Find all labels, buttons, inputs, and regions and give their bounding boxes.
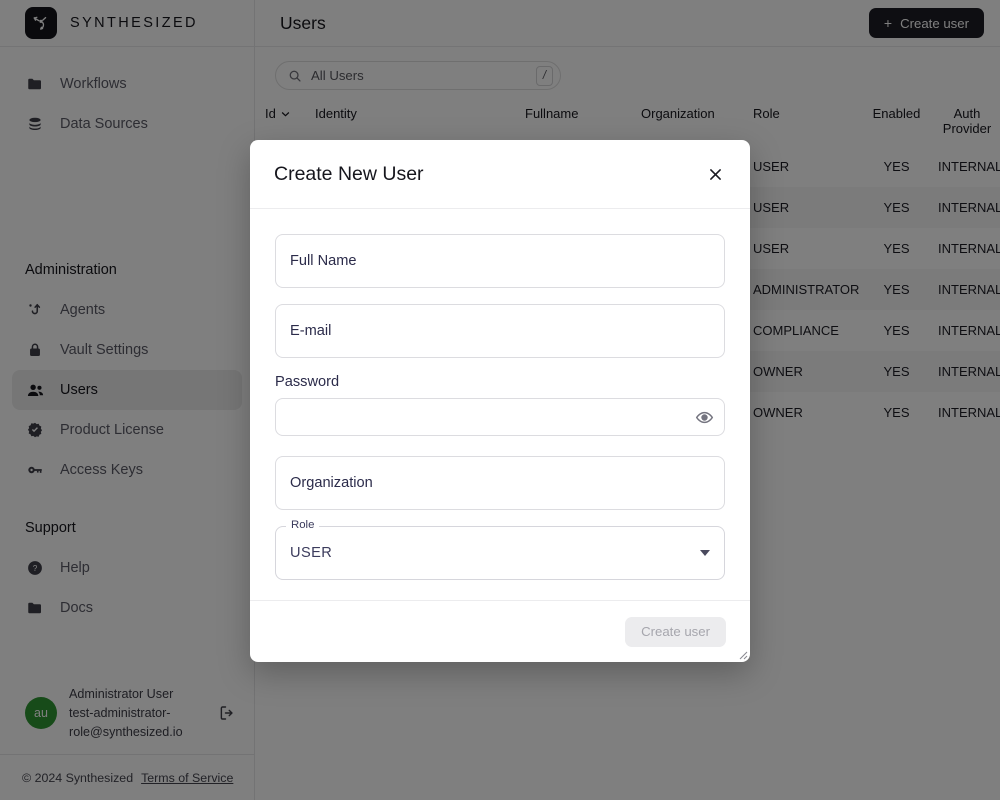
close-icon[interactable] xyxy=(702,161,728,187)
modal-footer: Create user xyxy=(250,600,750,662)
role-select-control[interactable]: USER xyxy=(275,526,725,580)
modal-header: Create New User xyxy=(250,140,750,209)
role-select[interactable]: Role USER xyxy=(275,519,725,580)
submit-create-user-button[interactable]: Create user xyxy=(625,616,726,647)
fullname-field[interactable]: Full Name xyxy=(275,234,725,288)
email-field[interactable]: E-mail xyxy=(275,304,725,358)
role-select-value: USER xyxy=(290,545,333,561)
password-field[interactable] xyxy=(275,398,725,436)
create-user-modal: Create New User Full Name E-mail Passwor… xyxy=(250,140,750,662)
modal-body: Full Name E-mail Password Organization R… xyxy=(250,209,750,600)
eye-icon[interactable] xyxy=(695,408,714,427)
email-field-placeholder: E-mail xyxy=(290,323,332,339)
fullname-field-placeholder: Full Name xyxy=(290,253,357,269)
app-root: SYNTHESIZED Workflows xyxy=(0,0,1000,800)
role-select-label: Role xyxy=(286,519,320,531)
organization-field[interactable]: Organization xyxy=(275,456,725,510)
resize-grip-icon[interactable] xyxy=(734,646,748,660)
password-field-label: Password xyxy=(275,374,340,390)
modal-title: Create New User xyxy=(274,162,424,185)
organization-field-placeholder: Organization xyxy=(290,475,373,491)
triangle-down-icon xyxy=(700,550,710,556)
